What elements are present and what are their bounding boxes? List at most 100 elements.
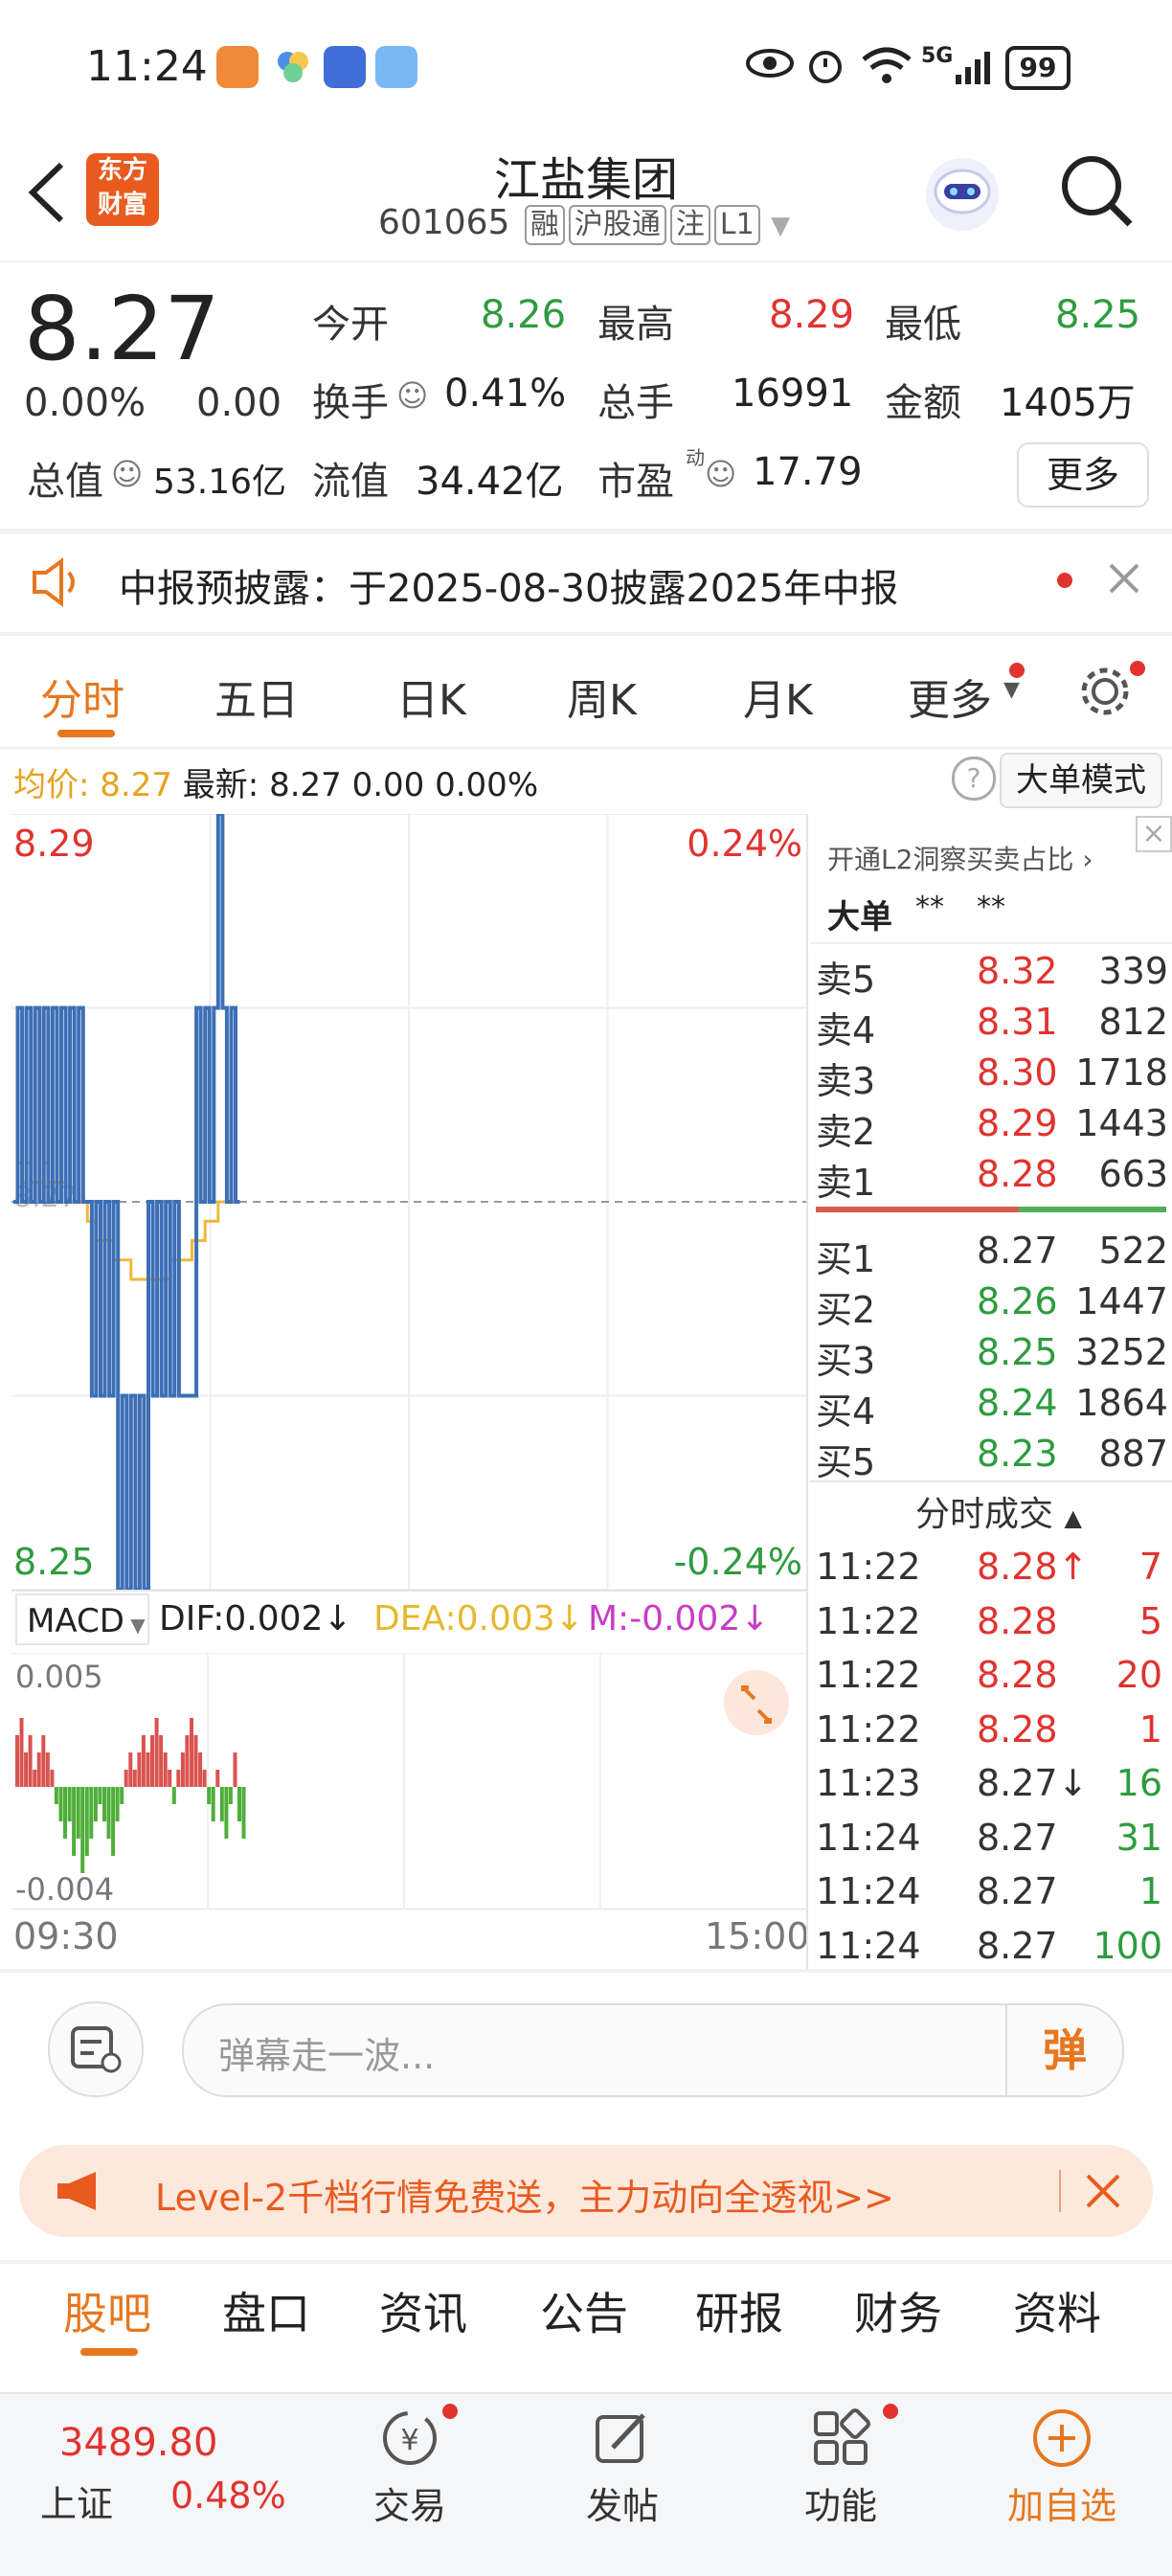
ask-volume: 1443 — [1075, 1102, 1168, 1144]
settings-gear-icon[interactable] — [1074, 661, 1136, 726]
bid-bar — [1019, 1207, 1166, 1212]
trade-row: 11:23 8.27↓ 16 — [816, 1756, 1168, 1811]
quote-divider — [0, 529, 1172, 534]
macd-bar — [63, 1787, 67, 1839]
macd-bar — [67, 1787, 72, 1821]
index-value[interactable]: 3489.80 — [59, 2421, 217, 2465]
trade-price: 8.28 — [977, 1599, 1058, 1642]
nav-trade[interactable]: ¥ 交易 — [352, 2404, 467, 2529]
big-order-mode-button[interactable]: 大单模式 — [1000, 753, 1162, 808]
danmu-input[interactable]: 弹幕走一波... 弹 — [182, 2003, 1124, 2097]
bid-volume: 3252 — [1075, 1331, 1168, 1373]
tab-monthly-k[interactable]: 月K — [743, 666, 813, 727]
nav-add-watchlist-label: 加自选 — [1006, 2485, 1116, 2527]
expand-button[interactable] — [724, 1670, 789, 1735]
caret-down-icon[interactable]: ▼ — [771, 212, 790, 240]
l2-upsell[interactable]: 开通L2洞察买卖占比 › — [827, 839, 1093, 877]
avg-label: 均价: — [13, 766, 90, 804]
tag-registration: 注 — [669, 205, 710, 245]
tab-intraday[interactable]: 分时 — [40, 666, 124, 727]
section-tabs: 股吧 盘口 资讯 公告 研报 财务 资料 — [0, 2279, 1172, 2356]
bid-row: 买3 8.25 3252 — [816, 1327, 1168, 1382]
level2-banner[interactable]: Level-2千档行情免费送，主力动向全透视>> — [19, 2145, 1153, 2237]
bid-price: 8.23 — [977, 1433, 1058, 1475]
search-icon[interactable] — [1059, 153, 1136, 234]
index-name: 上证 — [40, 2483, 114, 2525]
macd-bar — [84, 1787, 89, 1856]
stock-code: 601065 — [378, 203, 510, 242]
orderbook-close-icon[interactable]: × — [1136, 816, 1172, 852]
intraday-chart[interactable]: 8.29 8.25 8.27 0.24% -0.24% — [11, 814, 806, 1590]
trade-row: 11:22 8.28↑ 7 — [816, 1540, 1168, 1594]
big-order-divider — [810, 942, 1172, 944]
macd-bar — [98, 1787, 102, 1804]
notice-text[interactable]: 中报预披露：于2025-08-30披露2025年中报 — [119, 557, 898, 613]
macd-bar — [111, 1787, 116, 1856]
close-icon[interactable] — [1105, 559, 1143, 601]
trade-time: 11:23 — [816, 1762, 921, 1804]
change-pct: 0.00% — [24, 381, 146, 425]
danmu-send-button[interactable]: 弹 — [1005, 2005, 1122, 2095]
trades-title[interactable]: 分时成交 ▲ — [915, 1486, 1082, 1536]
section-tab[interactable]: 资讯 — [379, 2279, 467, 2342]
macd-selector[interactable]: MACD ▼ — [15, 1593, 149, 1645]
ask-label: 卖4 — [816, 1009, 876, 1051]
banner-close-icon[interactable] — [1084, 2172, 1122, 2210]
nav-add-watchlist[interactable]: 加自选 — [990, 2404, 1134, 2529]
robot-assistant-icon[interactable] — [919, 151, 1005, 237]
trade-volume: 20 — [1116, 1654, 1162, 1696]
tab-more[interactable]: 更多 — [908, 666, 992, 727]
mktcap-info-icon[interactable]: ☺ — [111, 456, 143, 492]
more-button[interactable]: 更多 — [1017, 442, 1149, 508]
l2-upsell-text: 开通L2洞察买卖占比 — [827, 844, 1074, 875]
macd-bar — [146, 1752, 150, 1787]
tab-5day[interactable]: 五日 — [214, 666, 299, 727]
banner-separator — [1059, 2170, 1061, 2212]
macd-bar — [50, 1770, 55, 1787]
turnover-label: 换手 — [312, 381, 389, 425]
eye-icon — [745, 44, 795, 90]
pe-sup: 动 — [686, 446, 705, 469]
y-min-label: 8.25 — [13, 1541, 95, 1583]
ask-row: 卖5 8.32 339 — [816, 946, 1168, 1001]
section-tab[interactable]: 财务 — [854, 2279, 942, 2342]
nav-post[interactable]: 发帖 — [565, 2404, 680, 2529]
info-icon[interactable]: ☺ — [396, 377, 428, 414]
macd-bar — [36, 1752, 41, 1787]
notice-dot — [1057, 573, 1072, 588]
pe-label: 市盈 — [597, 460, 674, 504]
help-icon[interactable]: ? — [952, 757, 996, 801]
trade-price: 8.28 — [977, 1654, 1058, 1696]
macd-bar — [58, 1787, 63, 1821]
macd-bar — [54, 1787, 58, 1804]
section-tab[interactable]: 资料 — [1013, 2279, 1101, 2342]
macd-bar — [24, 1752, 29, 1787]
ask-bar — [816, 1207, 1019, 1212]
section-tab[interactable]: 盘口 — [222, 2279, 310, 2342]
macd-bar — [115, 1787, 120, 1821]
section-tab[interactable]: 研报 — [695, 2279, 783, 2342]
trade-volume: 16 — [1116, 1762, 1162, 1804]
macd-bar — [233, 1752, 237, 1787]
section-tab[interactable]: 股吧 — [63, 2279, 151, 2342]
macd-bar — [33, 1770, 37, 1787]
ask-volume: 1718 — [1075, 1051, 1168, 1094]
weather-icon — [375, 46, 417, 88]
danmu-settings-button[interactable] — [48, 2001, 144, 2097]
macd-bar — [72, 1787, 77, 1856]
amount-value: 1405万 — [1000, 381, 1136, 425]
big-order-label: 大单 — [827, 898, 892, 937]
tab-weekly-k[interactable]: 周K — [567, 666, 637, 727]
settings-dot — [1130, 661, 1145, 676]
trades-title-text: 分时成交 — [915, 1495, 1054, 1534]
megaphone-icon — [57, 2172, 96, 2210]
macd-bar — [237, 1787, 241, 1821]
section-tab[interactable]: 公告 — [540, 2279, 628, 2342]
trade-time: 11:22 — [816, 1654, 921, 1696]
ask-row: 卖2 8.29 1443 — [816, 1098, 1168, 1153]
nav-functions[interactable]: 功能 — [783, 2404, 898, 2529]
pe-info-icon[interactable]: ☺ — [705, 456, 736, 492]
stock-code-row: 601065 融沪股通注 L1 ▼ — [378, 203, 790, 245]
tab-daily-k[interactable]: 日K — [396, 666, 466, 727]
price-line — [13, 814, 240, 1590]
